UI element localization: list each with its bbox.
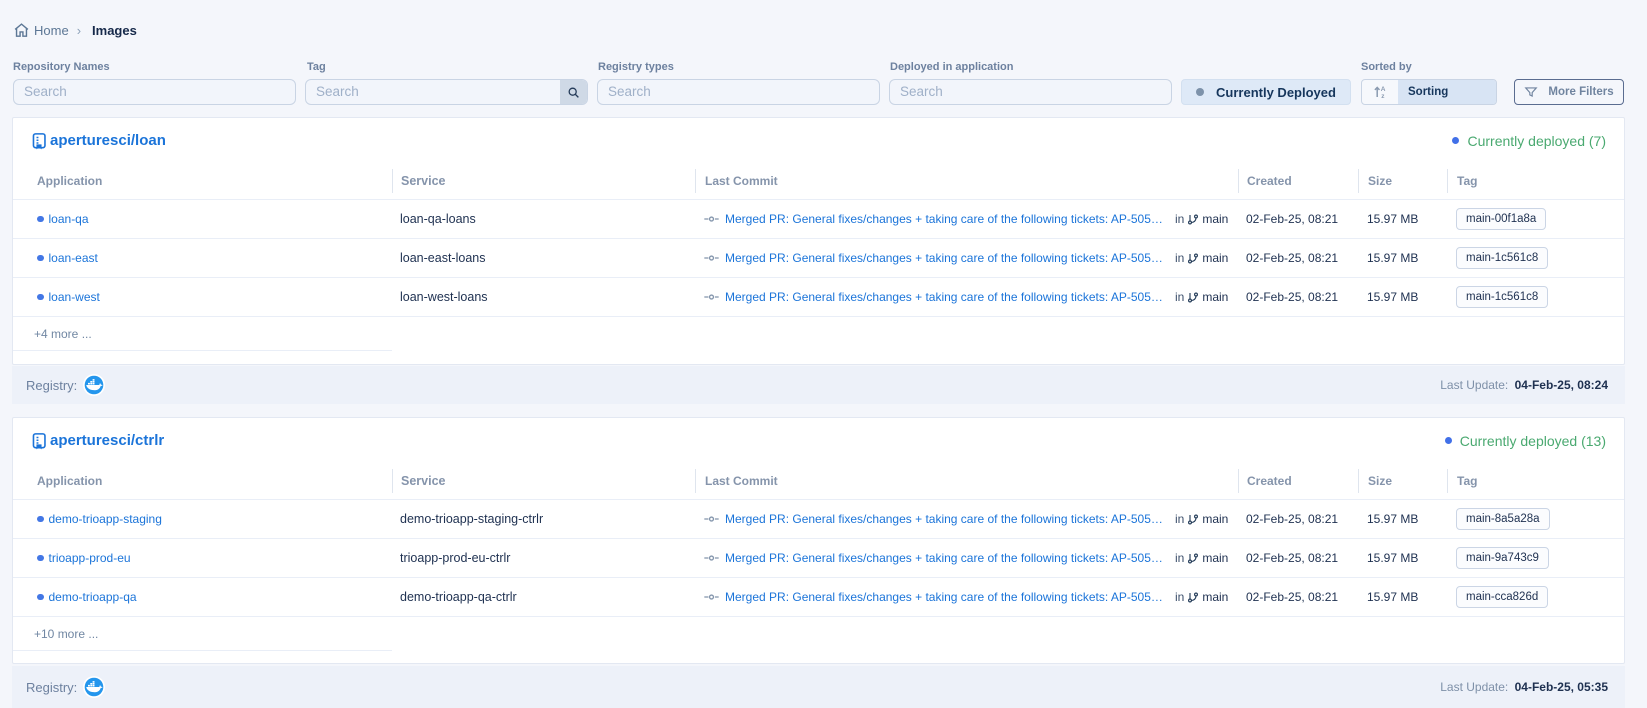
- svg-text:z: z: [1381, 93, 1385, 100]
